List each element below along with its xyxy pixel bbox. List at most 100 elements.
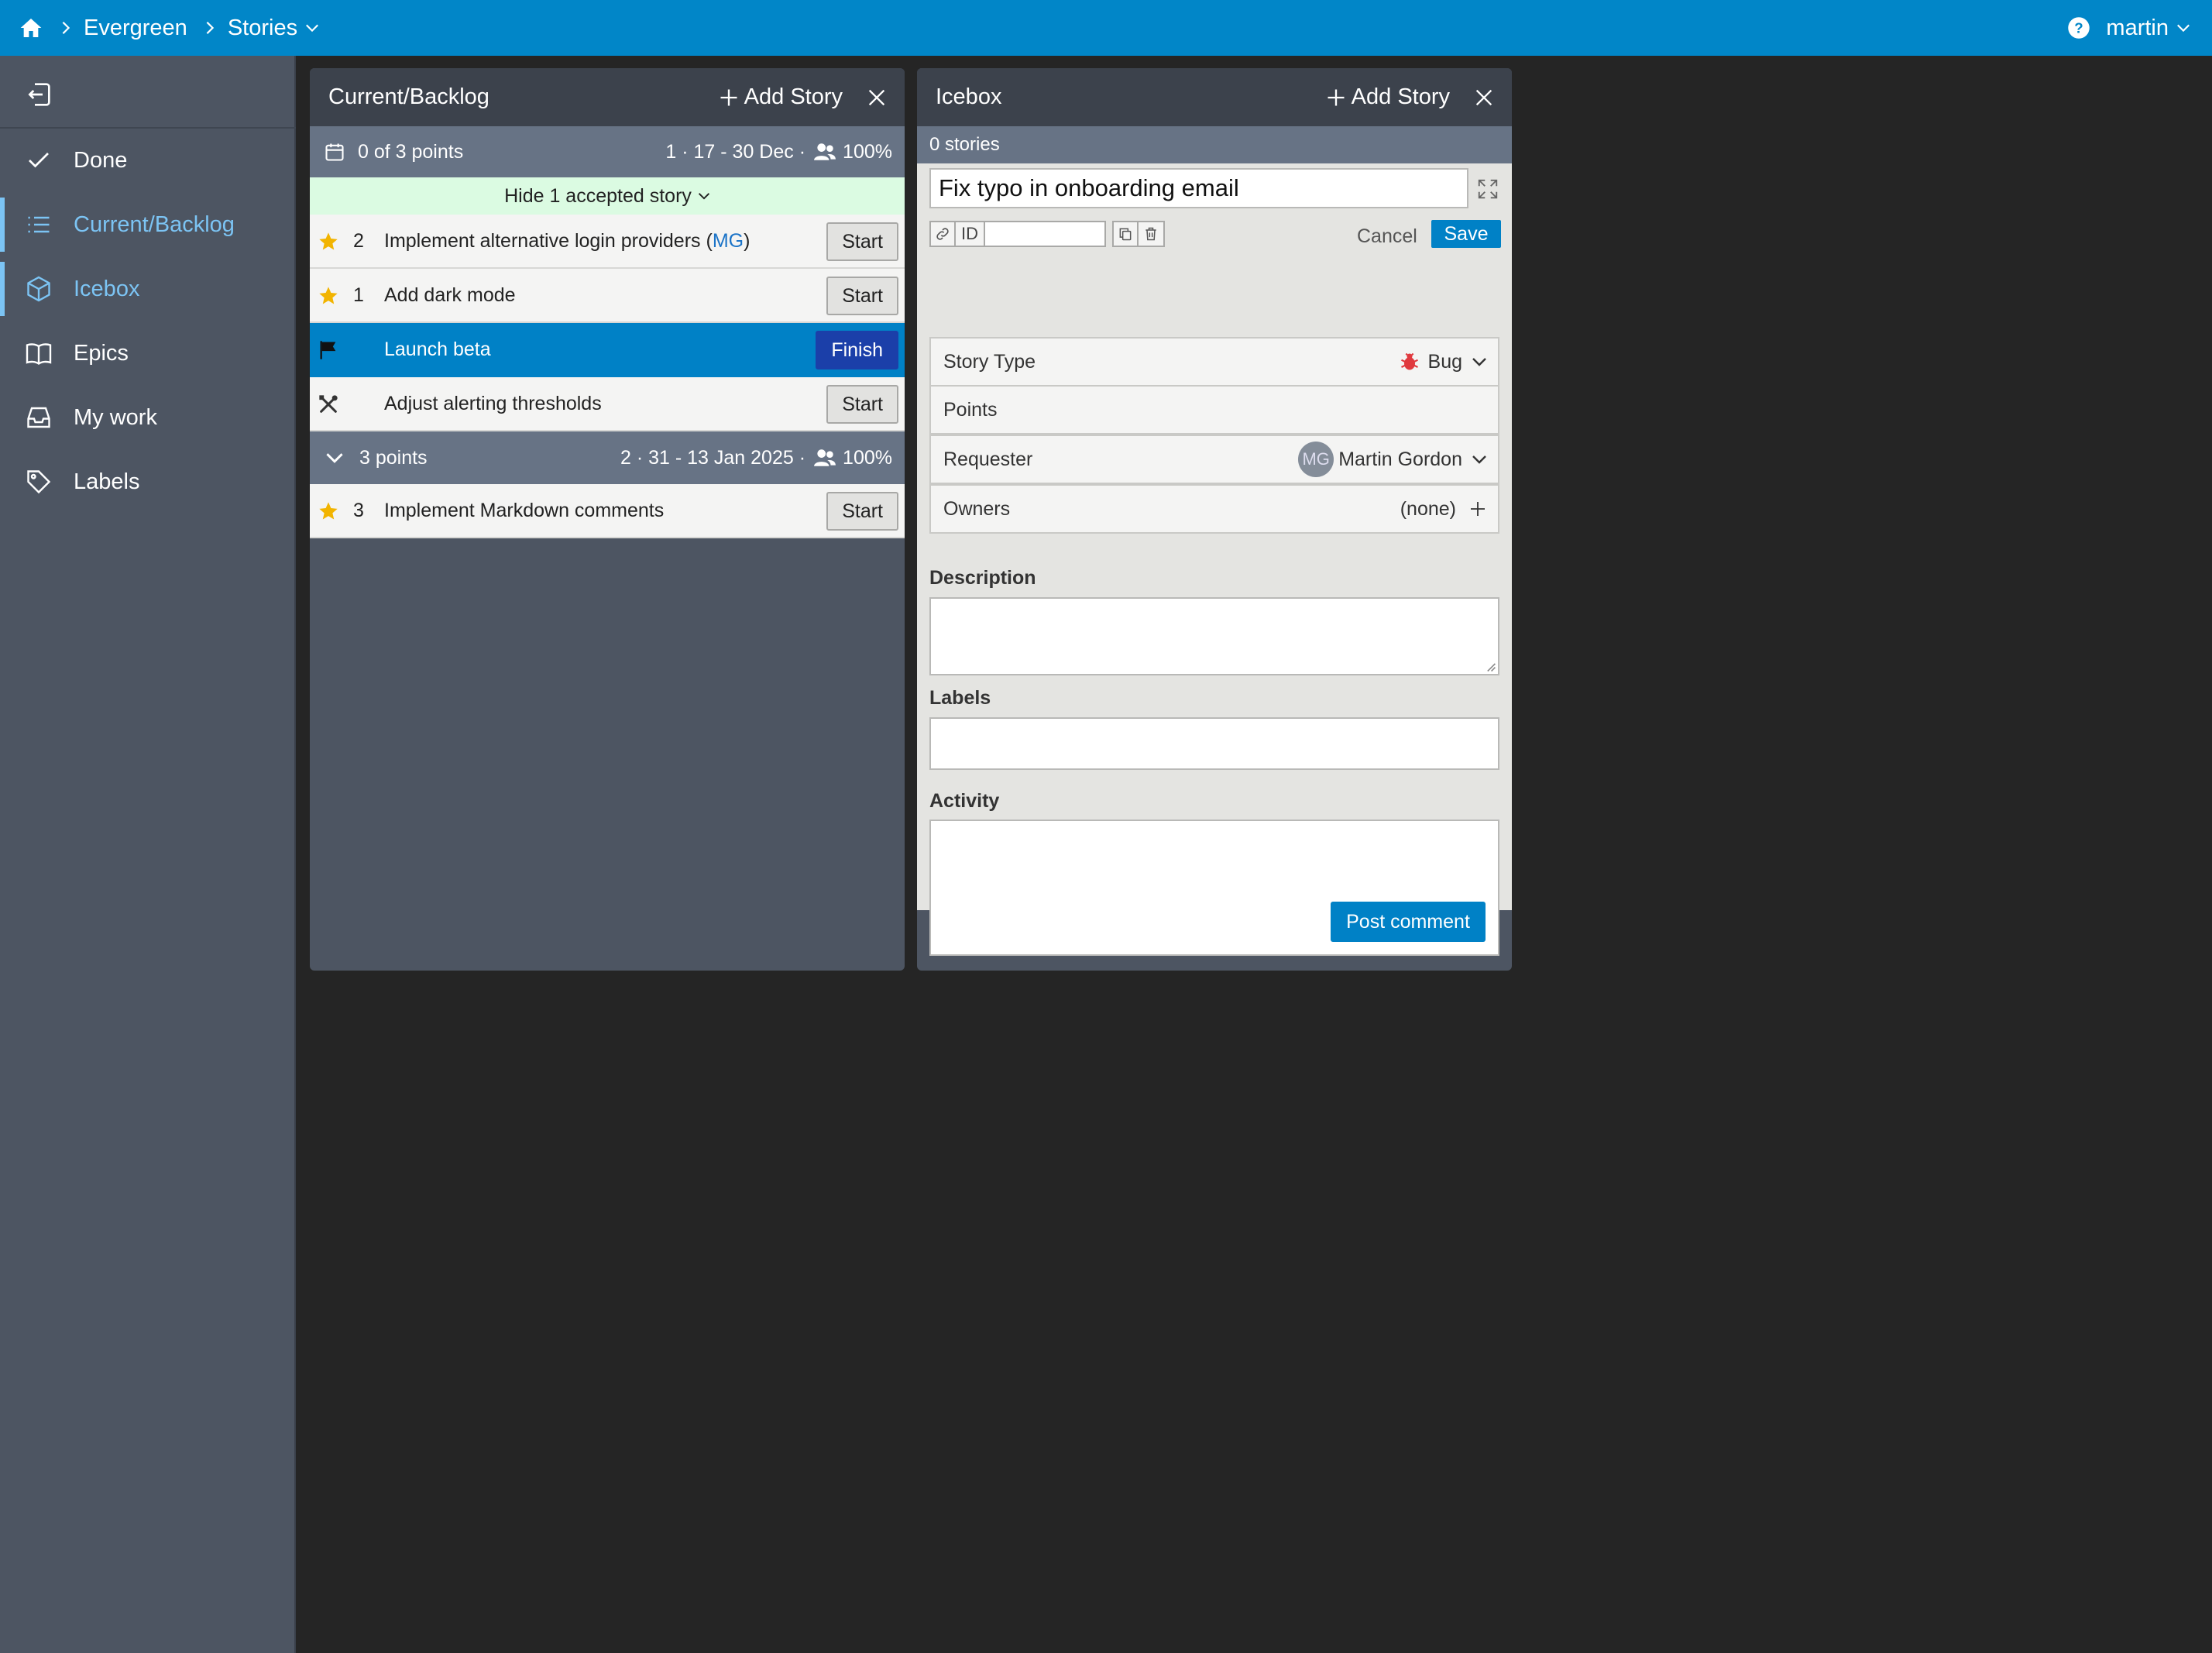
start-button[interactable]: Start xyxy=(826,385,898,424)
sidebar-item-done[interactable]: Done xyxy=(0,133,296,187)
requester-field[interactable]: Requester MG Martin Gordon xyxy=(929,435,1499,484)
save-button[interactable]: Save xyxy=(1431,220,1501,248)
sidebar-item-labels[interactable]: Labels xyxy=(0,455,296,509)
copy-button[interactable] xyxy=(1112,221,1139,247)
description-textarea[interactable] xyxy=(929,597,1499,675)
story-points: 2 xyxy=(353,229,364,252)
owner-initials[interactable]: MG xyxy=(713,230,744,252)
chevron-down-icon[interactable] xyxy=(325,448,344,467)
story-row[interactable]: 1 Add dark mode Start xyxy=(310,269,905,323)
sidebar-item-current-backlog[interactable]: Current/Backlog xyxy=(0,198,296,252)
help-icon[interactable]: ? xyxy=(2067,16,2090,40)
iteration-info: 2 · 31 - 13 Jan 2025 · xyxy=(620,446,806,469)
points-field[interactable]: Points xyxy=(929,385,1499,435)
accepted-toggle[interactable]: Hide 1 accepted story xyxy=(310,177,905,215)
feature-star-icon xyxy=(319,232,338,250)
link-button[interactable] xyxy=(929,221,956,247)
breadcrumb-project[interactable]: Evergreen xyxy=(84,15,187,41)
post-comment-button[interactable]: Post comment xyxy=(1331,902,1486,942)
story-type-field[interactable]: Story Type Bug xyxy=(929,337,1499,387)
start-button[interactable]: Start xyxy=(826,492,898,531)
calendar-icon xyxy=(325,143,344,161)
sidebar-item-my-work[interactable]: My work xyxy=(0,390,296,445)
add-story-button[interactable]: Add Story xyxy=(718,84,843,110)
close-icon[interactable] xyxy=(866,87,888,108)
user-menu[interactable]: martin xyxy=(2106,15,2169,41)
story-points: 1 xyxy=(353,284,364,306)
sidebar-item-epics[interactable]: Epics xyxy=(0,326,296,380)
breadcrumb-section[interactable]: Stories xyxy=(228,15,297,41)
story-title: Implement Markdown comments xyxy=(384,499,665,521)
add-story-label: Add Story xyxy=(744,84,843,109)
story-row[interactable]: 2 Implement alternative login providers … xyxy=(310,215,905,269)
cancel-button[interactable]: Cancel xyxy=(1357,225,1417,248)
iteration-points: 0 of 3 points xyxy=(358,140,464,163)
requester-name: Martin Gordon xyxy=(1338,448,1462,470)
add-story-label: Add Story xyxy=(1351,84,1450,109)
activity-comment-box[interactable]: Post comment xyxy=(929,820,1499,956)
field-label: Owners xyxy=(943,497,1011,520)
collapse-sidebar-icon[interactable] xyxy=(23,79,54,110)
chevron-down-icon[interactable] xyxy=(2176,21,2190,35)
story-title: Implement alternative login providers (M… xyxy=(384,229,750,252)
start-button[interactable]: Start xyxy=(826,222,898,261)
chevron-down-icon[interactable] xyxy=(305,21,319,35)
cube-icon xyxy=(27,276,50,302)
icebox-panel: Icebox Add Story 0 stories Fix typo in o… xyxy=(917,68,1512,971)
plus-icon xyxy=(1328,89,1345,105)
story-editor: Fix typo in onboarding email ID Cancel S… xyxy=(917,163,1512,956)
link-icon xyxy=(936,228,949,240)
team-icon xyxy=(814,449,836,466)
sidebar-item-label: Done xyxy=(74,147,128,173)
story-row[interactable]: 3 Implement Markdown comments Start xyxy=(310,484,905,538)
id-field[interactable] xyxy=(985,221,1106,247)
delete-button[interactable] xyxy=(1139,221,1165,247)
current-backlog-panel: Current/Backlog Add Story 0 of 3 points … xyxy=(310,68,905,971)
home-icon[interactable] xyxy=(19,15,43,40)
plus-icon xyxy=(720,89,737,105)
story-title: Adjust alerting thresholds xyxy=(384,392,602,414)
owners-field[interactable]: Owners (none) xyxy=(929,484,1499,534)
sidebar-item-label: My work xyxy=(74,404,157,430)
story-row-selected[interactable]: Launch beta Finish xyxy=(310,323,905,377)
chevron-down-icon xyxy=(1472,358,1486,366)
panel-header: Icebox Add Story xyxy=(917,68,1512,126)
sidebar-item-label: Labels xyxy=(74,469,140,494)
iteration-header: 0 of 3 points 1 · 17 - 30 Dec · 100% xyxy=(310,126,905,177)
top-bar: Evergreen Stories ? martin xyxy=(0,0,2212,56)
panel-title: Icebox xyxy=(936,84,1002,109)
sidebar-item-icebox[interactable]: Icebox xyxy=(0,262,296,316)
expand-icon[interactable] xyxy=(1476,177,1499,201)
close-icon[interactable] xyxy=(1473,87,1495,108)
resize-grip-icon[interactable] xyxy=(1484,660,1496,672)
iteration-capacity: 100% xyxy=(843,446,892,469)
activity-label: Activity xyxy=(929,790,1000,812)
feature-star-icon xyxy=(319,287,338,304)
story-points: 3 xyxy=(353,499,364,521)
start-button[interactable]: Start xyxy=(826,277,898,315)
active-indicator xyxy=(0,262,5,316)
sidebar-item-label: Icebox xyxy=(74,276,140,301)
labels-input[interactable] xyxy=(929,717,1499,770)
chevron-down-icon xyxy=(1472,455,1486,464)
add-story-button[interactable]: Add Story xyxy=(1325,84,1450,110)
finish-button[interactable]: Finish xyxy=(816,331,898,369)
story-title-input[interactable]: Fix typo in onboarding email xyxy=(929,168,1468,208)
iteration-info: 1 · 17 - 30 Dec · xyxy=(665,140,806,163)
iteration-header: 3 points 2 · 31 - 13 Jan 2025 · 100% xyxy=(310,431,905,484)
active-indicator xyxy=(0,198,5,252)
story-row[interactable]: Adjust alerting thresholds Start xyxy=(310,377,905,431)
sidebar-item-label: Current/Backlog xyxy=(74,211,235,237)
accepted-toggle-label: Hide 1 accepted story xyxy=(504,184,692,207)
field-label: Points xyxy=(943,398,998,421)
id-label: ID xyxy=(956,221,985,247)
iteration-capacity: 100% xyxy=(843,140,892,163)
trash-icon xyxy=(1146,227,1156,241)
description-label: Description xyxy=(929,567,1036,589)
owners-value: (none) xyxy=(1400,497,1456,520)
iteration-points: 3 points xyxy=(359,446,428,469)
panel-title: Current/Backlog xyxy=(328,84,489,109)
breadcrumb-chevron-icon xyxy=(62,22,70,34)
plus-icon[interactable] xyxy=(1468,500,1487,518)
sidebar-divider xyxy=(0,127,296,129)
